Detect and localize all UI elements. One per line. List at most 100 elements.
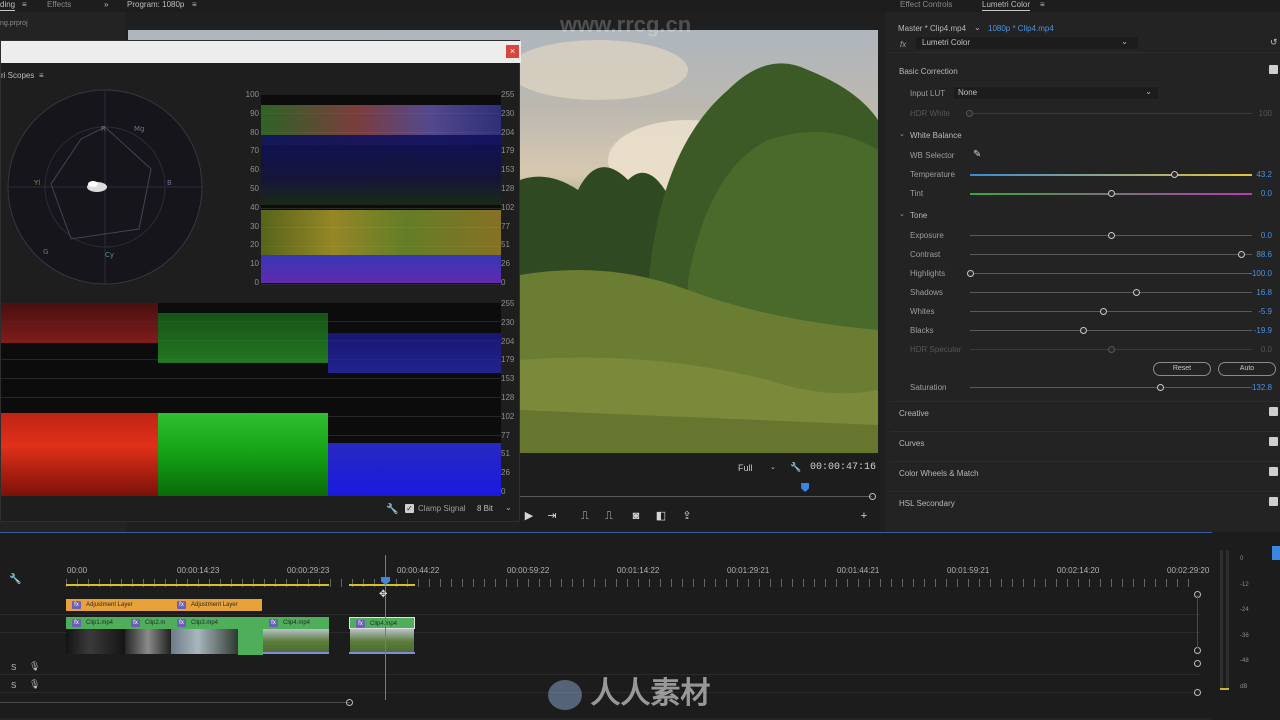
slider-value[interactable]: 132.8 — [1252, 383, 1272, 392]
scopes-menu-icon[interactable]: ≡ — [39, 71, 44, 80]
wrench-icon[interactable]: 🔧 — [790, 462, 801, 473]
slider-knob[interactable] — [967, 270, 974, 277]
compare-view-icon[interactable]: ◧ — [654, 510, 668, 522]
eyedropper-icon[interactable]: ✎ — [973, 149, 981, 160]
audio-track-solo[interactable]: S — [11, 663, 16, 672]
slider-track[interactable] — [970, 254, 1252, 255]
slider-knob[interactable] — [1237, 251, 1245, 258]
h-scroll-handle[interactable] — [346, 699, 353, 706]
panel-menu-icon[interactable]: ≡ — [22, 0, 27, 10]
slider-knob[interactable] — [1157, 384, 1165, 391]
work-area-bar-2[interactable] — [349, 584, 415, 586]
tab-lumetri-color[interactable]: Lumetri Color — [982, 0, 1031, 11]
adjustment-layer-clip[interactable]: fx Adjustment Layer — [171, 599, 262, 611]
playhead-timecode[interactable]: 00:00:47:16 — [810, 462, 876, 473]
microphone-icon[interactable]: 🎙 — [29, 679, 40, 690]
tab-effects[interactable]: Effects — [47, 0, 71, 10]
video-clip-gap[interactable] — [238, 617, 263, 655]
section-checkbox[interactable] — [1269, 467, 1278, 476]
slider-value[interactable]: 0.0 — [1261, 231, 1272, 240]
slider-value[interactable]: -19.9 — [1254, 326, 1272, 335]
section-header[interactable]: HSL Secondary — [899, 499, 955, 508]
window-titlebar[interactable]: × — [1, 41, 521, 63]
program-monitor-title[interactable]: Program: 1080p — [127, 0, 184, 10]
slider-value[interactable]: -100.0 — [1249, 269, 1272, 278]
wrench-icon[interactable]: 🔧 — [386, 504, 398, 515]
reset-effect-icon[interactable]: ↺ — [1270, 37, 1278, 48]
tab-effect-controls[interactable]: Effect Controls — [900, 0, 952, 10]
slider-track[interactable] — [970, 387, 1252, 388]
scroll-handle[interactable] — [1194, 689, 1201, 696]
chevron-down-icon[interactable]: ⌄ — [899, 130, 905, 138]
slider-track[interactable] — [970, 311, 1252, 312]
chevron-down-icon[interactable]: ⌄ — [974, 23, 981, 32]
bit-depth-select[interactable]: 8 Bit — [477, 504, 493, 513]
section-header[interactable]: Color Wheels & Match — [899, 469, 979, 478]
resolution-select[interactable]: Full — [738, 463, 753, 473]
sequence-clip-label[interactable]: 1080p * Clip4.mp4 — [988, 24, 1054, 33]
section-basic-correction[interactable]: Basic Correction — [899, 67, 958, 76]
program-menu-icon[interactable]: ≡ — [192, 0, 197, 10]
slider-knob[interactable] — [1108, 232, 1115, 239]
timeline-playhead-line[interactable] — [385, 555, 386, 700]
slider-knob[interactable] — [1099, 308, 1107, 315]
basic-correction-checkbox[interactable] — [1269, 65, 1278, 74]
extract-icon[interactable]: ⎍ — [602, 510, 616, 522]
monitor-scrub-bar[interactable] — [520, 496, 872, 497]
slider-knob[interactable] — [1079, 327, 1087, 334]
vertical-scrollbar[interactable] — [1197, 595, 1198, 648]
slider-value[interactable]: 16.8 — [1256, 288, 1272, 297]
slider-track[interactable] — [970, 273, 1252, 274]
section-header[interactable]: Curves — [899, 439, 924, 448]
lumetri-menu-icon[interactable]: ≡ — [1040, 0, 1045, 10]
scroll-handle[interactable] — [1194, 660, 1201, 667]
work-area-bar[interactable] — [66, 584, 329, 586]
chevron-down-icon[interactable]: ⌄ — [770, 463, 776, 471]
slider-track[interactable] — [970, 292, 1252, 293]
auto-button[interactable]: Auto — [1218, 362, 1276, 376]
video-clip[interactable]: fx Clip1.mp4 — [66, 617, 125, 629]
export-frame-icon[interactable]: ⇪ — [680, 510, 694, 522]
slider-value[interactable]: 43.2 — [1256, 170, 1272, 179]
video-clip[interactable]: fx Clip4.mp4 — [263, 617, 329, 629]
scrub-end-handle[interactable] — [869, 493, 876, 500]
wrench-icon[interactable]: 🔧 — [9, 574, 21, 585]
monitor-playhead[interactable] — [801, 483, 810, 492]
add-button-icon[interactable]: + — [857, 510, 871, 522]
slider-value[interactable]: -5.9 — [1258, 307, 1272, 316]
play-icon[interactable]: ▶ — [522, 510, 536, 522]
lift-icon[interactable]: ⎍ — [578, 510, 592, 522]
master-clip-label[interactable]: Master * Clip4.mp4 — [898, 24, 966, 33]
slider-track[interactable] — [970, 330, 1252, 331]
video-clip[interactable]: fx Clip2.m — [125, 617, 171, 629]
step-forward-icon[interactable]: ⇥ — [545, 510, 559, 522]
selected-video-clip[interactable]: fx Clip4.mp4 — [349, 617, 415, 629]
close-icon[interactable]: × — [506, 45, 519, 58]
effect-select[interactable]: Lumetri Color ⌄ — [916, 37, 1138, 49]
input-lut-select[interactable]: None ⌄ — [954, 87, 1158, 99]
chevrons-right-icon[interactable]: » — [104, 0, 108, 10]
reset-button[interactable]: Reset — [1153, 362, 1211, 376]
slider-knob[interactable] — [1171, 171, 1179, 178]
microphone-icon[interactable]: 🎙 — [29, 661, 40, 672]
section-checkbox[interactable] — [1269, 407, 1278, 416]
scroll-handle[interactable] — [1194, 647, 1201, 654]
camera-icon[interactable]: ◙ — [629, 510, 643, 522]
video-clip[interactable]: fx Clip3.mp4 — [171, 617, 238, 629]
slider-track[interactable] — [970, 174, 1252, 176]
horizontal-scrollbar[interactable] — [0, 702, 350, 703]
slider-knob[interactable] — [1108, 190, 1115, 197]
slider-value[interactable]: 0.0 — [1261, 189, 1272, 198]
slider-knob[interactable] — [1133, 289, 1141, 296]
chevron-down-icon[interactable]: ⌄ — [505, 503, 512, 512]
section-white-balance[interactable]: White Balance — [910, 131, 962, 140]
chevron-down-icon[interactable]: ⌄ — [899, 210, 905, 218]
tab-project[interactable]: ding — [0, 0, 16, 11]
slider-value[interactable]: 88.6 — [1256, 250, 1272, 259]
section-header[interactable]: Creative — [899, 409, 929, 418]
adjustment-layer-clip[interactable]: fx Adjustment Layer — [66, 599, 171, 611]
section-checkbox[interactable] — [1269, 437, 1278, 446]
clamp-signal-checkbox[interactable]: ✓ — [405, 504, 414, 513]
section-checkbox[interactable] — [1269, 497, 1278, 506]
section-tone[interactable]: Tone — [910, 211, 927, 220]
